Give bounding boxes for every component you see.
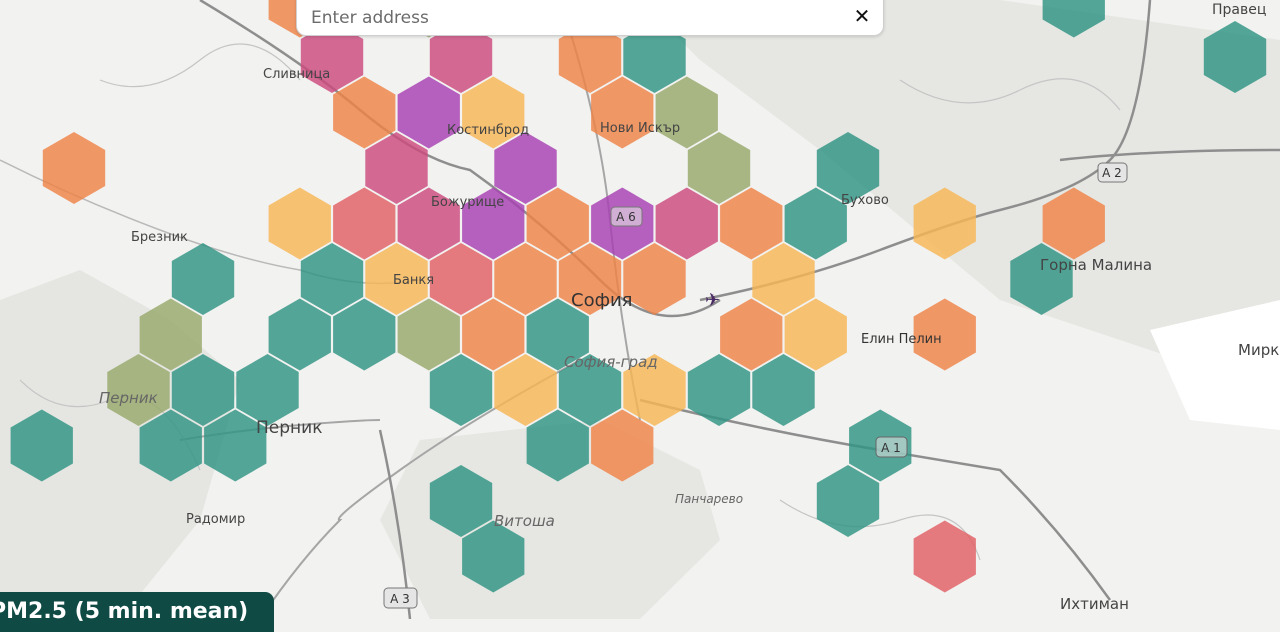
map-label-a2: A 2: [1102, 166, 1122, 180]
map-label-bozhurishte: Божурище: [431, 195, 504, 210]
map-label-pernik: Перник: [256, 418, 322, 438]
map-label-ihtiman: Ихтиман: [1060, 595, 1129, 613]
map-label-mirkovo: Мирк: [1238, 341, 1279, 359]
map-label-pancharevo: Панчарево: [675, 492, 743, 506]
map-label-a6: A 6: [616, 210, 636, 224]
map-label-novi-iskar: Нови Искър: [600, 121, 680, 136]
address-search-input[interactable]: [309, 1, 843, 35]
airport-icon: ✈: [705, 290, 720, 311]
map-label-radomir: Радомир: [186, 512, 245, 527]
map-label-pernik-region: Перник: [99, 389, 158, 407]
map-label-a3: A 3: [390, 592, 410, 606]
map-label-a1: A 1: [881, 441, 901, 455]
map-label-kostinbrod: Костинброд: [447, 123, 529, 138]
map-label-gorna-malina: Горна Малина: [1040, 256, 1152, 274]
legend-tab[interactable]: PM2.5 (5 min. mean): [0, 592, 274, 632]
address-search: ✕: [296, 0, 884, 36]
map-label-sofia: София: [571, 290, 633, 311]
map-label-sofia-grad: София-град: [564, 353, 658, 371]
map-label-elin-pelin: Елин Пелин: [861, 332, 942, 347]
clear-search-icon[interactable]: ✕: [851, 3, 873, 29]
map-label-bankya: Банкя: [393, 273, 434, 288]
map-label-pravets: Правец: [1212, 2, 1266, 18]
map-canvas[interactable]: Правец Сливница Костинброд Нови Искър A …: [0, 0, 1280, 619]
map-label-vitosha: Витоша: [494, 512, 555, 530]
legend-title: PM2.5 (5 min. mean): [0, 599, 249, 624]
map-label-buhovo: Бухово: [841, 193, 889, 208]
map-label-breznik: Брезник: [131, 230, 188, 245]
map-label-slivnitsa: Сливница: [263, 67, 330, 82]
